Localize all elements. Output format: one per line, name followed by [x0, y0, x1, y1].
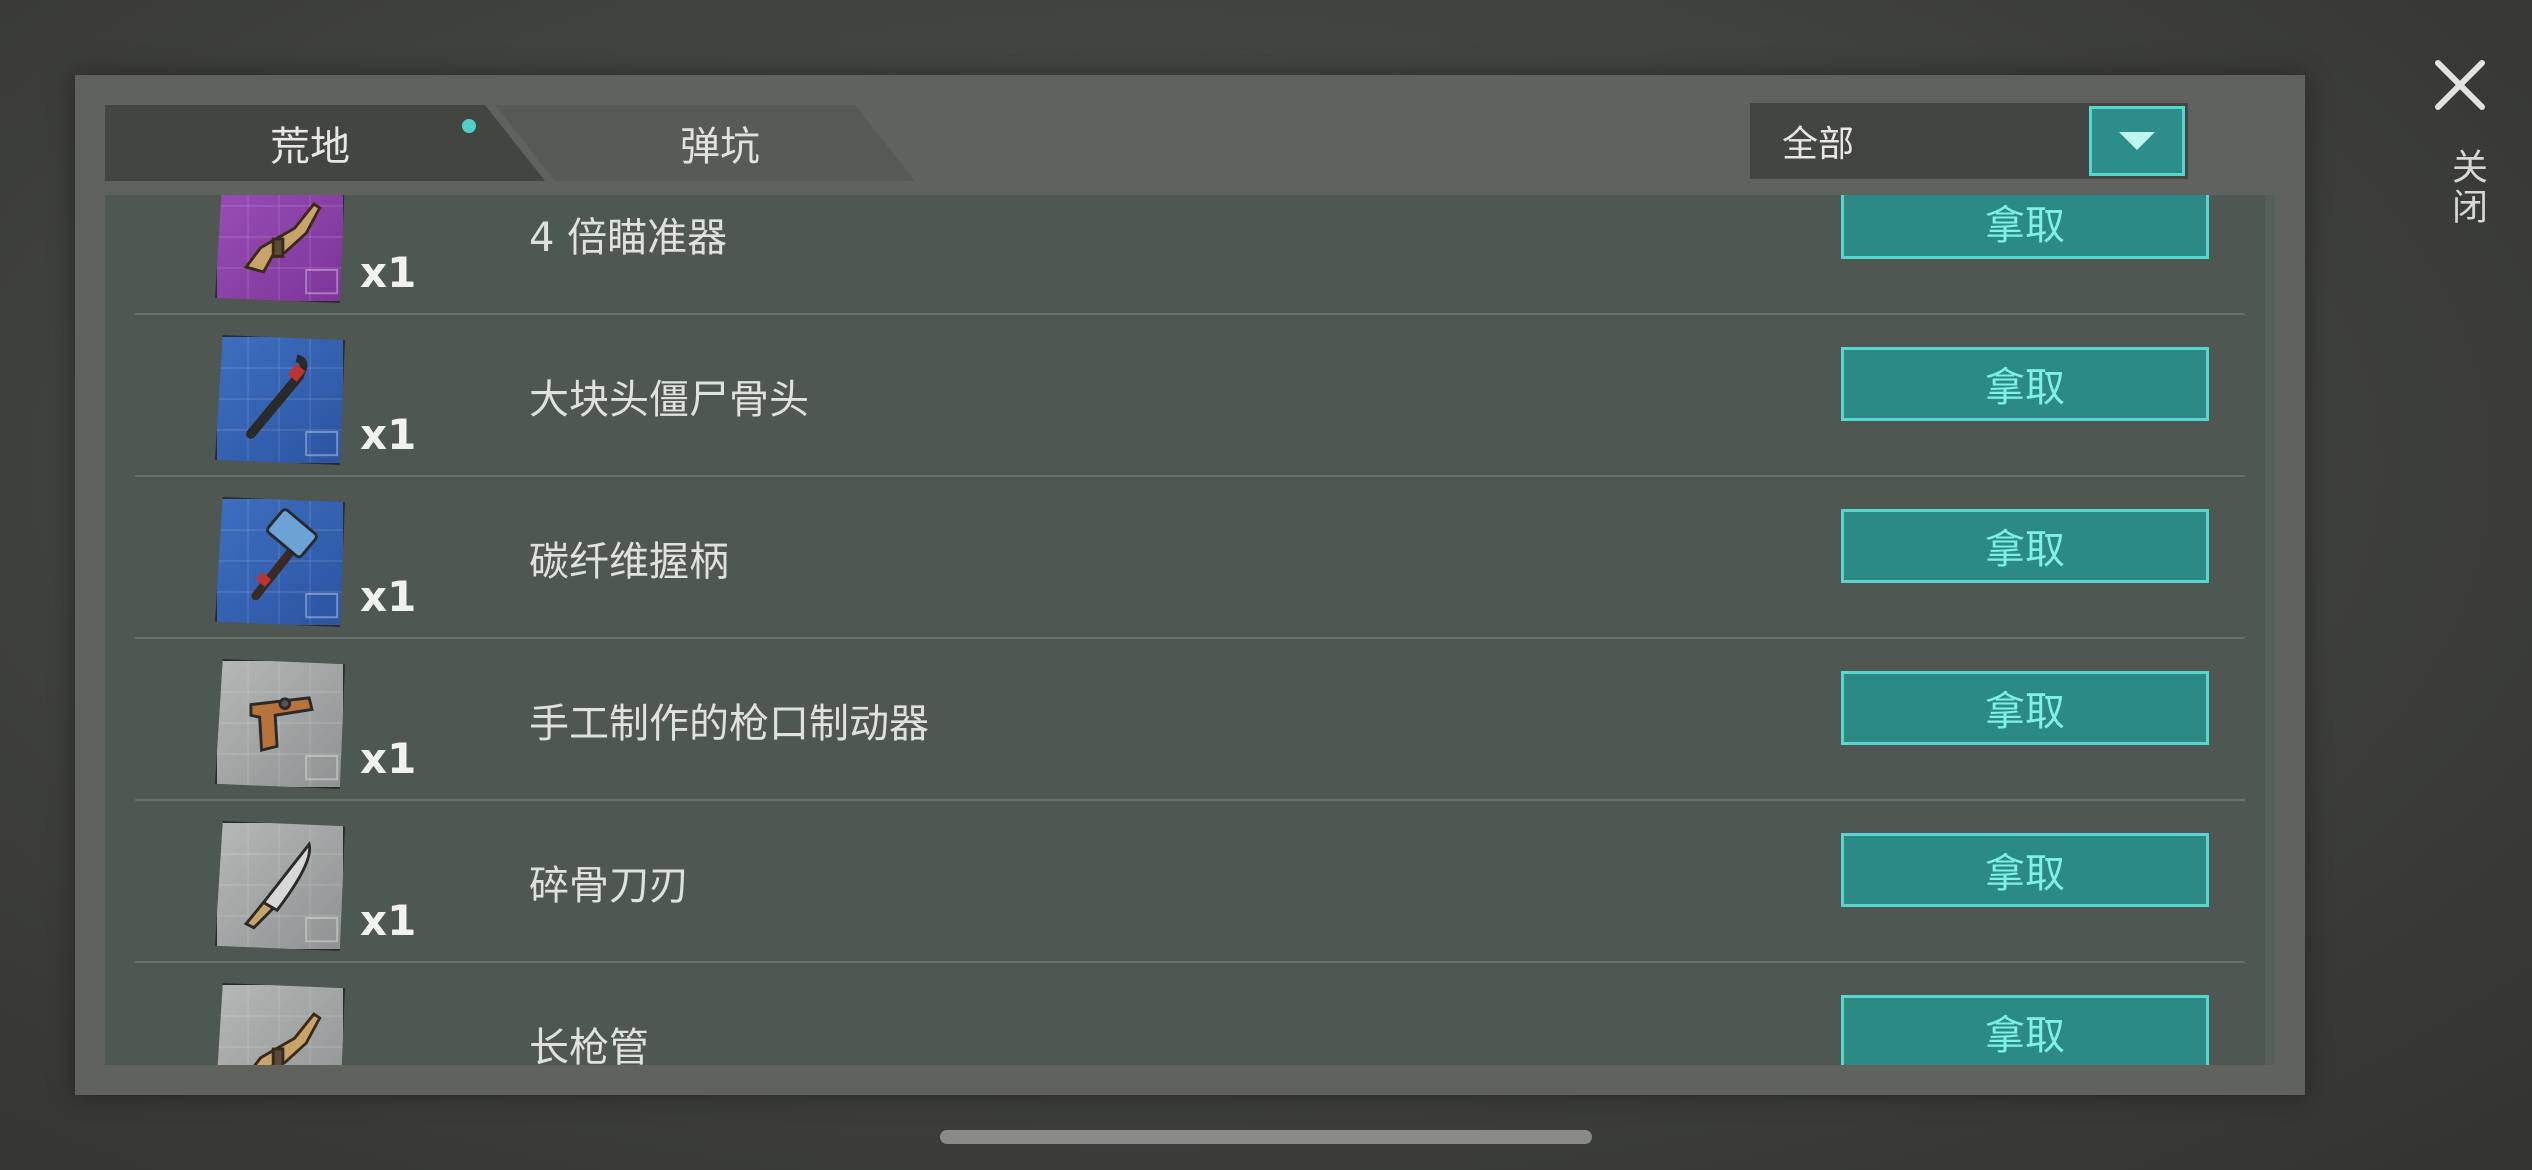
rifle-blueprint-icon [215, 983, 345, 1065]
item-name: 碎骨刀刃 [529, 863, 689, 909]
loot-panel: 弹坑 荒地 全部 x1 4 倍瞄准器 拿取 x1 大块头僵尸骨头 拿取 x1 碳纤维握柄 拿取 x… [75, 75, 2305, 1095]
item-name: 长枪管 [529, 1025, 649, 1065]
home-indicator[interactable] [940, 1130, 1592, 1144]
item-quantity: x1 [360, 734, 417, 783]
take-button[interactable]: 拿取 [1841, 195, 2209, 259]
crowbar-blueprint-icon [215, 335, 345, 465]
list-item: x1 碳纤维握柄 拿取 [135, 477, 2245, 639]
take-button[interactable]: 拿取 [1841, 347, 2209, 421]
item-quantity: x1 [360, 572, 417, 621]
item-name: 4 倍瞄准器 [529, 215, 728, 261]
take-button[interactable]: 拿取 [1841, 833, 2209, 907]
list-item: x1 碎骨刀刃 拿取 [135, 801, 2245, 963]
tab-wasteland[interactable]: 荒地 [105, 105, 545, 181]
notification-dot [462, 119, 476, 133]
filter-dropdown[interactable]: 全部 [1750, 103, 2188, 179]
item-list-content: x1 4 倍瞄准器 拿取 x1 大块头僵尸骨头 拿取 x1 碳纤维握柄 拿取 x1 手工制作的枪口制… [105, 195, 2275, 1065]
hammer-blueprint-icon [215, 497, 345, 627]
list-item: x1 手工制作的枪口制动器 拿取 [135, 639, 2245, 801]
item-list[interactable]: x1 4 倍瞄准器 拿取 x1 大块头僵尸骨头 拿取 x1 碳纤维握柄 拿取 x1 手工制作的枪口制… [105, 195, 2275, 1065]
item-name: 手工制作的枪口制动器 [529, 701, 929, 747]
dropdown-toggle-button[interactable] [2089, 106, 2185, 176]
list-item: x1 4 倍瞄准器 拿取 [135, 195, 2245, 315]
machete-blueprint-icon [215, 821, 345, 951]
tab-crater[interactable]: 弹坑 [495, 105, 915, 181]
item-quantity: x1 [360, 410, 417, 459]
close-icon[interactable] [2430, 55, 2490, 115]
close-label[interactable]: 关闭 [2440, 148, 2492, 228]
tab-wasteland-label: 荒地 [270, 124, 350, 170]
take-button[interactable]: 拿取 [1841, 509, 2209, 583]
scrollbar[interactable] [2265, 195, 2275, 1065]
rifle-blueprint-icon [215, 195, 345, 303]
chevron-down-icon [2119, 132, 2155, 150]
list-item: x1 大块头僵尸骨头 拿取 [135, 315, 2245, 477]
pistol-blueprint-icon [215, 659, 345, 789]
tab-crater-label: 弹坑 [680, 124, 760, 170]
tab-bar: 弹坑 荒地 [105, 105, 1005, 185]
item-quantity: x1 [360, 248, 417, 297]
item-name: 碳纤维握柄 [529, 539, 729, 585]
take-button[interactable]: 拿取 [1841, 995, 2209, 1065]
item-name: 大块头僵尸骨头 [529, 377, 809, 423]
item-quantity: x1 [360, 896, 417, 945]
take-button[interactable]: 拿取 [1841, 671, 2209, 745]
list-item: 长枪管 拿取 [135, 963, 2245, 1065]
filter-selected-label: 全部 [1782, 124, 1855, 165]
